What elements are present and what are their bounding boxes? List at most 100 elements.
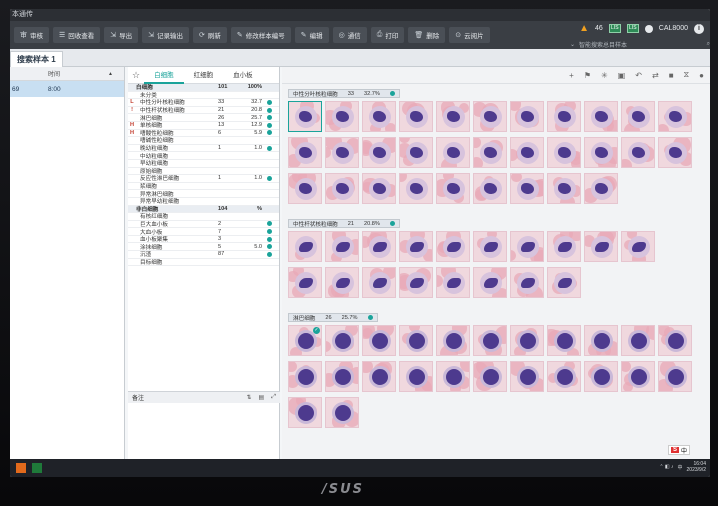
cell-thumbnail[interactable] (399, 361, 433, 392)
cell-thumbnail[interactable] (288, 231, 322, 262)
cell-thumbnail[interactable] (584, 101, 618, 132)
cell-thumbnail[interactable] (325, 397, 359, 428)
cell-thumbnail[interactable] (547, 267, 581, 298)
transfer-icon[interactable]: ⇄ (652, 71, 659, 80)
toolbar-button[interactable]: ⟳ 刷新 (193, 27, 227, 43)
asterisk-icon[interactable]: ✳ (601, 71, 608, 80)
search-input[interactable]: 智能搜索总目样本 (579, 40, 703, 49)
cell-thumbnail[interactable] (436, 325, 470, 356)
toolbar-button[interactable]: ⎙ 打印 (370, 27, 405, 43)
sort-icon[interactable]: ▲ (108, 71, 113, 77)
cell-thumbnail[interactable] (325, 361, 359, 392)
toolbar-button[interactable]: ☰ 回收查看 (53, 27, 101, 43)
cell-thumbnail[interactable] (621, 231, 655, 262)
clock[interactable]: 16:04 2023/9/2 (687, 461, 706, 473)
cell-thumbnail[interactable] (325, 101, 359, 132)
toolbar-button[interactable]: ⇲ 导出 (104, 27, 139, 43)
cell-thumbnail[interactable] (584, 325, 618, 356)
toolbar-button[interactable]: ⊙ 云阅片 (449, 27, 490, 43)
cell-thumbnail[interactable] (399, 101, 433, 132)
sort-icon[interactable]: ⇅ (246, 394, 251, 401)
cell-thumbnail[interactable] (362, 361, 396, 392)
cell-thumbnail[interactable] (362, 325, 396, 356)
cell-thumbnail[interactable] (325, 267, 359, 298)
cell-count-row[interactable]: 目标细胞 (128, 259, 279, 267)
tab-rbc[interactable]: 红细胞 (184, 67, 224, 84)
cell-thumbnail[interactable] (584, 173, 618, 204)
search-icon[interactable]: ⌕ (707, 41, 710, 48)
cell-thumbnail[interactable] (325, 325, 359, 356)
cell-thumbnail[interactable] (584, 137, 618, 168)
col-time[interactable]: 时间 (48, 69, 108, 78)
lis-icon[interactable]: LIS (608, 24, 621, 33)
filter-icon[interactable]: ⧖ (684, 70, 690, 80)
cell-thumbnail[interactable] (325, 231, 359, 262)
cell-thumbnail[interactable] (621, 137, 655, 168)
chevron-down-icon[interactable]: ⌄ (570, 41, 575, 48)
sample-row[interactable]: 69 8:00 (10, 81, 124, 97)
info-icon[interactable]: i (694, 23, 704, 34)
cell-thumbnail[interactable] (621, 361, 655, 392)
cell-thumbnail[interactable] (473, 173, 507, 204)
cell-thumbnail[interactable] (547, 101, 581, 132)
cell-thumbnail[interactable] (399, 325, 433, 356)
toolbar-button[interactable]: ✎ 编辑 (294, 27, 329, 43)
app-icon-green[interactable] (32, 463, 42, 473)
cell-thumbnail[interactable] (288, 137, 322, 168)
cell-thumbnail[interactable] (658, 325, 692, 356)
cell-thumbnail[interactable] (547, 361, 581, 392)
cell-thumbnail[interactable] (399, 267, 433, 298)
cell-thumbnail[interactable] (510, 101, 544, 132)
cell-thumbnail[interactable] (658, 101, 692, 132)
cell-group-label[interactable]: 中性杆状核粒细胞 21 20.8% (288, 219, 400, 228)
tab-plt[interactable]: 血小板 (223, 67, 263, 84)
cell-thumbnail[interactable] (399, 137, 433, 168)
cell-thumbnail[interactable] (658, 137, 692, 168)
toolbar-button[interactable]: 审审核 (14, 27, 49, 43)
cell-thumbnail[interactable]: ✓ (288, 325, 322, 356)
toolbar-button[interactable]: ◎ 通信 (332, 27, 367, 43)
cell-thumbnail[interactable] (510, 361, 544, 392)
cell-thumbnail[interactable] (288, 361, 322, 392)
cell-thumbnail[interactable] (325, 173, 359, 204)
cell-thumbnail[interactable] (325, 137, 359, 168)
cell-thumbnail[interactable] (473, 361, 507, 392)
color-icon[interactable]: ● (699, 71, 704, 80)
cell-thumbnail[interactable] (473, 101, 507, 132)
cell-thumbnail[interactable] (510, 325, 544, 356)
cell-thumbnail[interactable] (362, 231, 396, 262)
cell-thumbnail[interactable] (436, 137, 470, 168)
star-icon[interactable]: ☆ (128, 70, 144, 81)
user-name[interactable]: CAL8000 (659, 25, 688, 32)
cell-thumbnail[interactable] (473, 325, 507, 356)
cell-thumbnail[interactable] (584, 231, 618, 262)
cell-thumbnail[interactable] (510, 267, 544, 298)
cell-thumbnail[interactable] (362, 137, 396, 168)
cell-thumbnail[interactable] (288, 173, 322, 204)
cell-thumbnail[interactable] (362, 101, 396, 132)
toolbar-button[interactable]: ✎ 修改样本编号 (230, 27, 291, 43)
user-icon[interactable] (644, 24, 653, 33)
cell-thumbnail[interactable] (362, 173, 396, 204)
cell-thumbnail[interactable] (436, 173, 470, 204)
toolbar-button[interactable]: 🗑 删除 (408, 27, 446, 43)
cell-thumbnail[interactable] (547, 231, 581, 262)
toolbar-button[interactable]: ⇲ 记录输出 (142, 27, 190, 43)
expand-icon[interactable]: ⤢ (271, 394, 276, 401)
document-icon[interactable]: ▤ (259, 394, 265, 401)
tab-wbc[interactable]: 白细胞 (144, 67, 184, 84)
cell-thumbnail[interactable] (288, 397, 322, 428)
cell-thumbnail[interactable] (436, 101, 470, 132)
cell-thumbnail[interactable] (362, 267, 396, 298)
cell-thumbnail[interactable] (510, 231, 544, 262)
cell-thumbnail[interactable] (621, 325, 655, 356)
warning-icon[interactable]: ▲ (579, 23, 589, 34)
add-icon[interactable]: + (569, 71, 574, 80)
cell-thumbnail[interactable] (399, 173, 433, 204)
cell-thumbnail[interactable] (510, 173, 544, 204)
tray-icons[interactable]: ⌃ ◧ ♪ (659, 464, 673, 470)
record-icon[interactable]: ▣ (618, 71, 626, 80)
cell-group-label[interactable]: 淋巴细胞 26 25.7% (288, 313, 378, 322)
cell-thumbnail[interactable] (436, 361, 470, 392)
cell-thumbnail[interactable] (473, 137, 507, 168)
